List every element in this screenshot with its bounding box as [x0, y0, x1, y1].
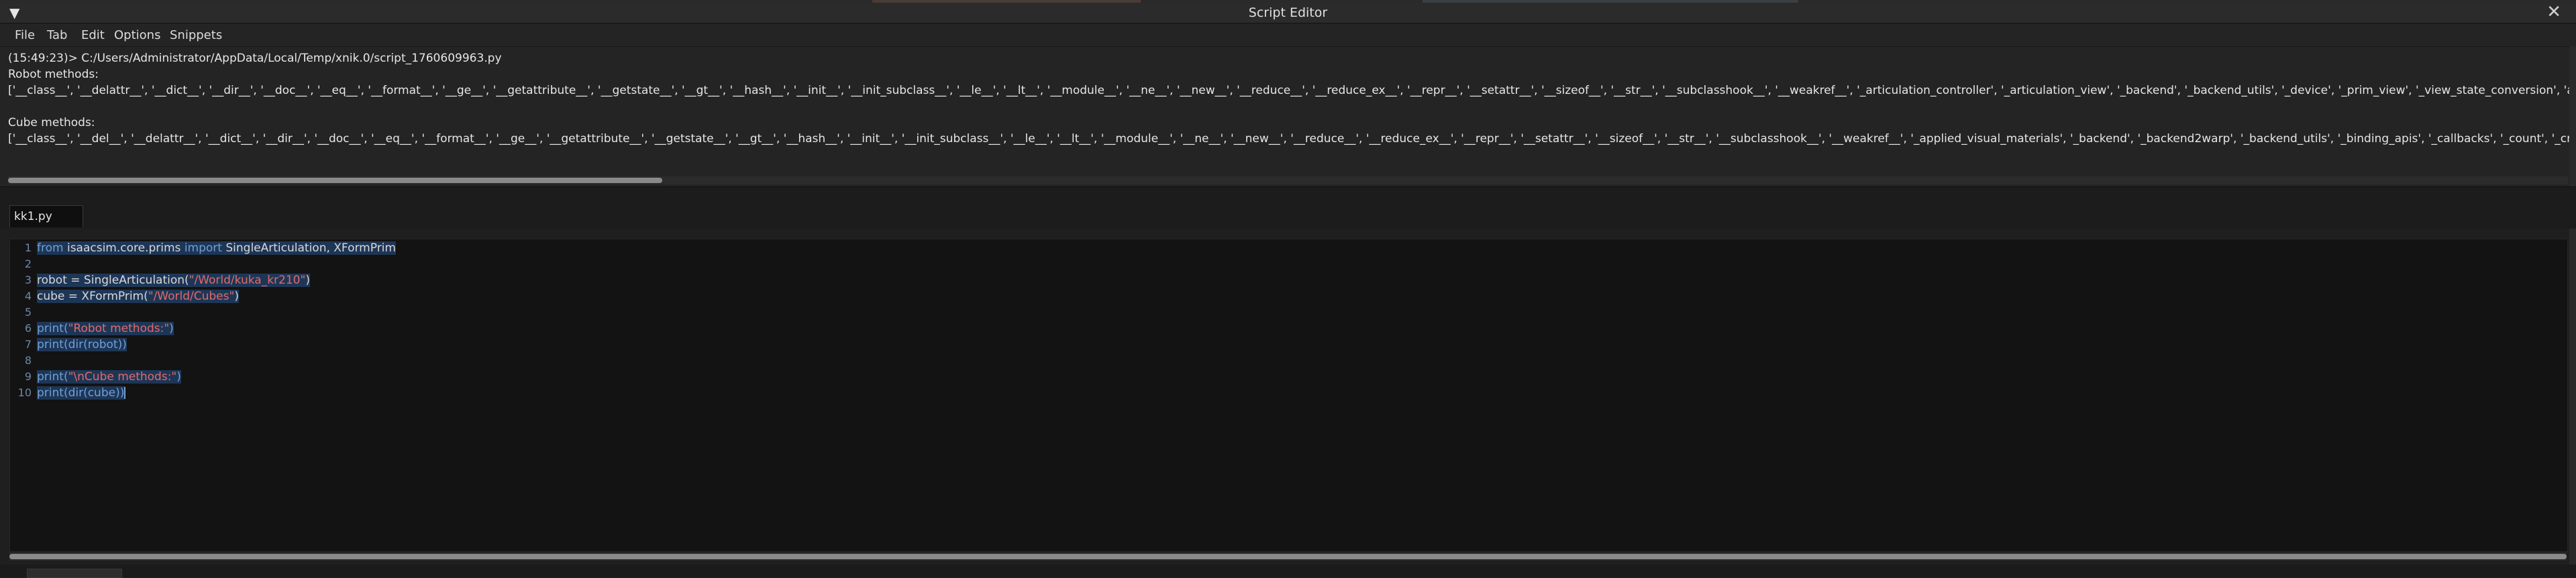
tab-label: kk1.py [14, 210, 52, 223]
line-number: 4 [24, 290, 32, 302]
output-run-path: (15:49:23)> C:/Users/Administrator/AppDa… [8, 52, 502, 65]
menu-edit[interactable]: Edit [81, 28, 105, 42]
module-name: isaacsim.core.prims [63, 241, 185, 255]
code-line: 4 cube = XFormPrim("/World/Cubes") [10, 288, 2567, 304]
code-line: 7 print(dir(robot)) [10, 336, 2567, 352]
code-line: 6 print("Robot methods:") [10, 320, 2567, 336]
string-literal: "/World/Cubes" [148, 290, 235, 303]
import-names: SingleArticulation, XFormPrim [221, 241, 396, 255]
code-line: 2 [10, 255, 2567, 272]
tab-strip: kk1.py [0, 186, 2576, 229]
line-number: 6 [24, 322, 32, 335]
keyword: from [37, 241, 64, 255]
status-bar [0, 565, 2576, 578]
string-literal: "/World/kuka_kr210" [189, 274, 306, 287]
right-edge-scrollbar[interactable] [2569, 46, 2576, 577]
tab-kk1-py[interactable]: kk1.py [9, 205, 83, 227]
text-cursor [124, 387, 126, 399]
line-number: 1 [24, 241, 32, 254]
line-number: 2 [24, 257, 32, 270]
code-line: 3 robot = SingleArticulation("/World/kuk… [10, 272, 2567, 288]
output-scroll-thumb[interactable] [8, 178, 662, 183]
menu-snippets[interactable]: Snippets [170, 28, 222, 42]
keyword: import [184, 241, 222, 255]
output-console[interactable]: (15:49:23)> C:/Users/Administrator/AppDa… [0, 46, 2576, 187]
code-line: 9 print("\nCube methods:") [10, 368, 2567, 384]
code-line: 1 from isaacsim.core.prims import Single… [10, 239, 2567, 255]
line-number: 3 [24, 274, 32, 286]
code-line: 5 [10, 304, 2567, 320]
line-number: 8 [24, 354, 32, 367]
editor-scrollbar[interactable] [9, 553, 2567, 561]
output-cube-header: Cube methods: [8, 116, 95, 129]
line-number: 9 [24, 370, 32, 383]
line-number: 7 [24, 338, 32, 351]
code-line: 8 [10, 352, 2567, 368]
menu-options[interactable]: Options [114, 28, 160, 42]
output-cube-methods: ['__class__', '__del__', '__delattr__', … [8, 132, 2576, 146]
line-number: 5 [24, 306, 32, 319]
close-icon[interactable]: ✕ [2546, 3, 2561, 21]
string-literal: "\nCube methods:" [68, 370, 177, 384]
line-number: 10 [17, 386, 32, 399]
window-titlebar: ▼ Script Editor ✕ [0, 3, 2576, 23]
editor-scroll-thumb[interactable] [9, 554, 2567, 559]
window-title: Script Editor [1248, 5, 1328, 20]
output-scrollbar[interactable] [8, 176, 2568, 184]
output-robot-methods: ['__class__', '__delattr__', '__dict__',… [8, 84, 2576, 97]
menu-file[interactable]: File [15, 28, 35, 42]
string-literal: "Robot methods:" [68, 322, 170, 335]
code-line: 10 print(dir(cube)) [10, 384, 2567, 400]
menu-tab[interactable]: Tab [47, 28, 67, 42]
output-robot-header: Robot methods: [8, 68, 99, 81]
menu-bar: File Tab Edit Options Snippets [0, 23, 2576, 46]
code-editor[interactable]: 1 from isaacsim.core.prims import Single… [9, 239, 2568, 552]
